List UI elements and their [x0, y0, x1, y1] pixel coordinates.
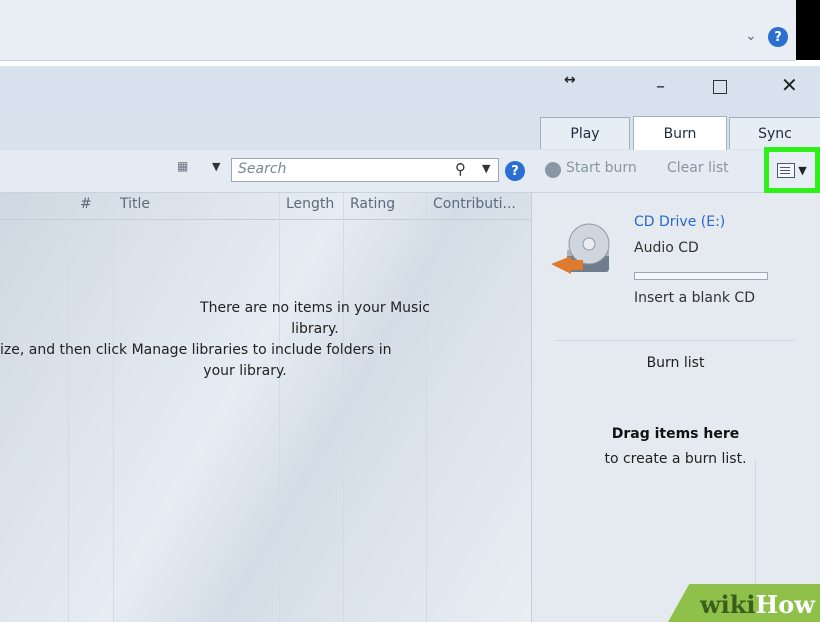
drag-items-subtitle: to create a burn list. — [604, 451, 747, 467]
cd-drive-link[interactable]: CD Drive (E:) — [634, 214, 725, 230]
tab-sync[interactable]: Sync — [729, 117, 820, 149]
start-burn-button[interactable]: Start burn — [566, 160, 637, 176]
column-number[interactable]: # — [80, 196, 92, 212]
black-edge — [796, 0, 820, 60]
column-divider — [426, 193, 427, 622]
view-options-dropdown-icon[interactable]: ▼ — [212, 160, 220, 173]
view-options-icon[interactable]: ▦ — [177, 159, 199, 177]
list-options-button[interactable]: ▼ — [764, 147, 820, 193]
help-icon[interactable]: ? — [505, 161, 525, 181]
empty-message-line: your library. — [203, 363, 287, 379]
explorer-top-strip — [0, 0, 796, 61]
empty-message-line: ize, and then click Manage libraries to … — [0, 342, 392, 358]
column-divider — [68, 193, 69, 622]
empty-library-message: There are no items in your Music library… — [0, 298, 440, 382]
column-rating[interactable]: Rating — [350, 196, 395, 212]
help-icon[interactable]: ? — [768, 27, 788, 47]
column-divider — [113, 193, 114, 622]
maximize-button[interactable] — [713, 80, 727, 94]
close-button[interactable]: ✕ — [781, 73, 798, 97]
minimize-button[interactable]: – — [656, 76, 665, 97]
column-title[interactable]: Title — [120, 196, 150, 212]
list-options-icon — [777, 162, 796, 178]
column-divider — [343, 193, 344, 622]
library-pane — [0, 193, 531, 622]
search-icon[interactable]: ⚲ — [455, 160, 466, 178]
media-type-label: Audio CD — [634, 240, 699, 256]
tab-play[interactable]: Play — [540, 117, 630, 149]
title-bar — [0, 66, 820, 108]
chevron-down-icon: ▼ — [798, 163, 807, 177]
clear-list-button[interactable]: Clear list — [667, 160, 729, 176]
disc-capacity-bar — [634, 272, 768, 280]
drag-items-title: Drag items here — [611, 426, 740, 442]
divider — [555, 340, 795, 341]
column-contributing[interactable]: Contributi... — [433, 196, 516, 212]
start-burn-icon — [545, 162, 561, 178]
chevron-down-icon[interactable]: ⌄ — [745, 28, 757, 44]
disc-status: Insert a blank CD — [634, 290, 755, 306]
column-divider — [279, 193, 280, 622]
burn-list-title: Burn list — [646, 355, 705, 371]
column-length[interactable]: Length — [286, 196, 334, 212]
search-dropdown-icon[interactable]: ▼ — [482, 162, 490, 175]
tab-burn[interactable]: Burn — [633, 116, 727, 150]
watermark-logo: wikiHow — [700, 590, 815, 619]
resize-icon[interactable]: ↔ — [564, 72, 576, 88]
cd-drive-icon — [551, 223, 610, 274]
empty-message-line: There are no items in your Music library… — [200, 300, 430, 337]
